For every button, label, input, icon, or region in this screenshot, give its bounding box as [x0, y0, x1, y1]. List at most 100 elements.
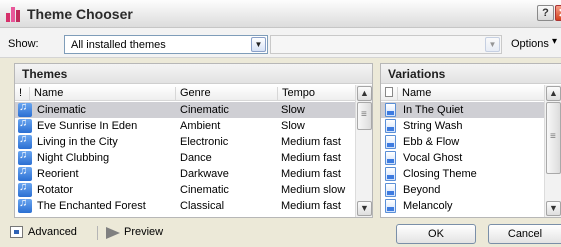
table-row[interactable]: Cinematic Cinematic Slow	[15, 101, 372, 118]
caret-down-icon[interactable]: ▾	[552, 36, 557, 47]
column-tempo[interactable]: Tempo	[277, 87, 357, 101]
theme-tempo: Medium fast	[281, 168, 341, 180]
column-name[interactable]: Name	[29, 87, 175, 101]
variation-name: Melancoly	[403, 200, 453, 212]
variation-name: In The Quiet	[403, 104, 464, 116]
scroll-up-button[interactable]: ▲	[546, 86, 561, 101]
list-item[interactable]: Closing Theme	[381, 166, 561, 182]
advanced-button[interactable]: Advanced	[10, 226, 90, 242]
scroll-down-button[interactable]: ▼	[546, 201, 561, 216]
music-file-icon	[385, 119, 396, 133]
variations-list: In The Quiet String Wash Ebb & Flow Voca…	[381, 102, 561, 214]
music-note-icon	[18, 197, 32, 213]
variations-column-header: Name	[381, 85, 561, 101]
table-row[interactable]: Rotator Cinematic Medium slow	[15, 181, 372, 198]
table-row[interactable]: Eve Sunrise In Eden Ambient Slow	[15, 117, 372, 134]
theme-genre: Classical	[180, 200, 225, 212]
close-button[interactable]: ✕	[555, 5, 561, 21]
footer-separator	[97, 226, 98, 240]
chevron-down-icon: ▼	[485, 37, 500, 52]
music-file-icon	[385, 183, 396, 197]
music-note-icon	[18, 117, 32, 133]
options-menu-button[interactable]: Options	[511, 38, 549, 50]
theme-genre: Cinematic	[180, 184, 229, 196]
music-note-icon	[18, 165, 32, 181]
themes-panel-header: Themes	[15, 64, 372, 84]
themes-column-header: ! Name Genre Tempo	[15, 85, 372, 101]
variations-panel-header: Variations	[381, 64, 561, 84]
theme-tempo: Medium fast	[281, 136, 341, 148]
variation-name: Closing Theme	[403, 168, 477, 180]
theme-genre: Electronic	[180, 136, 229, 148]
theme-tempo: Medium fast	[281, 152, 341, 164]
theme-tempo: Slow	[281, 104, 305, 116]
show-label: Show:	[8, 38, 39, 50]
advanced-icon	[10, 226, 23, 238]
window-title: Theme Chooser	[27, 6, 133, 22]
theme-tempo: Slow	[281, 120, 305, 132]
preview-label: Preview	[124, 226, 164, 238]
music-note-icon	[18, 149, 32, 165]
column-variation-name[interactable]: Name	[397, 87, 547, 101]
list-item[interactable]: In The Quiet	[381, 102, 561, 118]
list-item[interactable]: Beyond	[381, 182, 561, 198]
theme-genre: Darkwave	[180, 168, 229, 180]
scroll-up-button[interactable]: ▲	[357, 86, 372, 101]
ok-button[interactable]: OK	[396, 224, 476, 244]
cancel-button[interactable]: Cancel	[488, 224, 561, 244]
table-row[interactable]: The Enchanted Forest Classical Medium fa…	[15, 197, 372, 214]
scroll-thumb[interactable]	[357, 102, 372, 130]
theme-name: Cinematic	[37, 104, 86, 116]
help-button[interactable]: ?	[537, 5, 554, 21]
variations-scrollbar[interactable]: ▲ ▼	[544, 85, 561, 217]
music-note-icon	[18, 181, 32, 197]
list-item[interactable]: String Wash	[381, 118, 561, 134]
variation-name: Beyond	[403, 184, 441, 196]
variation-name: Ebb & Flow	[403, 136, 460, 148]
theme-name: Eve Sunrise In Eden	[37, 120, 138, 132]
column-priority[interactable]: !	[15, 87, 29, 101]
music-file-icon	[385, 199, 396, 213]
music-note-icon	[18, 133, 32, 149]
theme-genre: Ambient	[180, 120, 221, 132]
theme-genre: Cinematic	[180, 104, 229, 116]
theme-name: Rotator	[37, 184, 74, 196]
theme-chooser-app-icon	[6, 7, 22, 22]
theme-name: Living in the City	[37, 136, 118, 148]
theme-name: Night Clubbing	[37, 152, 110, 164]
list-item[interactable]: Melancoly	[381, 198, 561, 214]
scroll-down-button[interactable]: ▼	[357, 201, 372, 216]
list-item[interactable]: Vocal Ghost	[381, 150, 561, 166]
show-filter-select[interactable]: All installed themes ▼	[64, 35, 268, 54]
music-file-icon	[385, 167, 396, 181]
column-type[interactable]	[381, 87, 397, 101]
music-file-icon	[385, 135, 396, 149]
theme-genre: Dance	[180, 152, 212, 164]
table-row[interactable]: Night Clubbing Dance Medium fast	[15, 149, 372, 166]
variation-name: Vocal Ghost	[403, 152, 463, 164]
chevron-down-icon[interactable]: ▼	[251, 37, 266, 52]
list-item[interactable]: Ebb & Flow	[381, 134, 561, 150]
toolbar: Show: All installed themes ▼ ▼ Options ▾	[0, 28, 561, 58]
music-file-icon	[385, 103, 396, 117]
themes-scrollbar[interactable]: ▲ ▼	[355, 85, 372, 217]
title-bar: Theme Chooser ? ✕	[0, 0, 561, 28]
show-filter-value: All installed themes	[71, 39, 166, 51]
theme-tempo: Medium fast	[281, 200, 341, 212]
variation-name: String Wash	[403, 120, 463, 132]
column-genre[interactable]: Genre	[175, 87, 277, 101]
dialog-footer: Advanced Preview OK Cancel	[0, 218, 561, 247]
themes-list: Cinematic Cinematic Slow Eve Sunrise In …	[15, 101, 372, 214]
document-icon	[385, 87, 393, 97]
advanced-label: Advanced	[28, 226, 77, 238]
music-file-icon	[385, 151, 396, 165]
theme-tempo: Medium slow	[281, 184, 346, 196]
play-icon	[106, 227, 120, 239]
table-row[interactable]: Reorient Darkwave Medium fast	[15, 165, 372, 182]
preview-button[interactable]: Preview	[106, 226, 176, 242]
music-note-icon	[18, 101, 32, 117]
secondary-filter-select: ▼	[270, 35, 502, 54]
theme-name: The Enchanted Forest	[37, 200, 146, 212]
table-row[interactable]: Living in the City Electronic Medium fas…	[15, 133, 372, 150]
scroll-thumb[interactable]	[546, 102, 561, 174]
